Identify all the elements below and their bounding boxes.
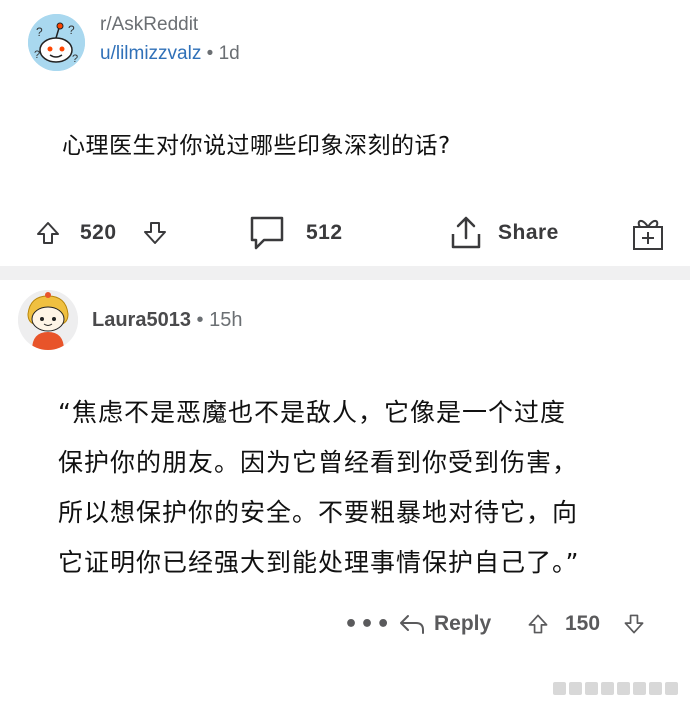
post-title: 心理医生对你说过哪些印象深刻的话? xyxy=(62,133,451,159)
reply-arrow-icon xyxy=(400,615,424,634)
more-options-button[interactable]: ••• xyxy=(344,604,392,644)
speech-bubble-icon xyxy=(250,216,284,250)
snoo-icon: ? ? ? ? xyxy=(28,14,85,71)
arrow-up-icon xyxy=(37,222,59,244)
comment-meta: Laura5013 • 15h xyxy=(92,309,242,332)
award-button[interactable] xyxy=(630,210,666,256)
share-button[interactable]: Share xyxy=(448,210,559,256)
upvote-button[interactable] xyxy=(34,210,62,256)
reply-label: Reply xyxy=(434,612,492,635)
watermark xyxy=(553,680,679,696)
arrow-down-icon xyxy=(624,614,644,634)
comment-score: 150 xyxy=(565,604,600,644)
comment-upvote-count: 150 xyxy=(565,612,601,635)
reply-button[interactable]: Reply xyxy=(398,604,491,644)
comments-button[interactable]: 512 xyxy=(248,210,343,256)
gift-icon xyxy=(633,220,663,250)
comment-age: 15h xyxy=(209,309,243,331)
more-dots-icon: ••• xyxy=(344,611,393,637)
subreddit-name[interactable]: r/AskReddit xyxy=(100,14,198,36)
comment-author[interactable]: Laura5013 xyxy=(92,309,191,331)
post-age: 1d xyxy=(218,43,240,64)
meta-separator: • xyxy=(206,43,214,64)
comment-line: “焦虑不是恶魔也不是敌人，它像是一个过度 xyxy=(58,398,566,427)
svg-text:?: ? xyxy=(68,23,75,37)
post-meta: u/lilmizzvalz • 1d xyxy=(100,43,240,65)
arrow-down-icon xyxy=(144,222,166,244)
post-upvote-count: 520 xyxy=(80,221,117,244)
post-score: 520 xyxy=(80,210,117,256)
comment-body: “焦虑不是恶魔也不是敌人，它像是一个过度 保护你的朋友。因为它曾经看到你受到伤害… xyxy=(58,388,658,588)
post-author-link[interactable]: u/lilmizzvalz xyxy=(100,43,201,64)
comment-avatar[interactable] xyxy=(18,290,78,350)
section-divider xyxy=(0,266,690,280)
subreddit-avatar[interactable]: ? ? ? ? xyxy=(28,14,85,71)
comment-line: 保护你的朋友。因为它曾经看到你受到伤害， xyxy=(58,448,579,477)
comment-count: 512 xyxy=(306,221,343,244)
post-action-bar: 520 512 Share xyxy=(0,210,690,256)
svg-text:?: ? xyxy=(36,25,43,39)
svg-text:?: ? xyxy=(72,53,78,65)
user-avatar-icon xyxy=(18,290,78,350)
comment-downvote-button[interactable] xyxy=(622,604,646,644)
meta-separator: • xyxy=(196,309,204,331)
share-label: Share xyxy=(498,221,559,244)
arrow-up-icon xyxy=(528,614,548,634)
downvote-button[interactable] xyxy=(141,210,169,256)
share-icon xyxy=(451,216,481,249)
svg-text:?: ? xyxy=(34,49,40,61)
comment-upvote-button[interactable] xyxy=(526,604,550,644)
comment-line: 所以想保护你的安全。不要粗暴地对待它，向 xyxy=(58,498,579,527)
comment-action-bar: ••• Reply 150 xyxy=(0,604,690,644)
comment-line: 它证明你已经强大到能处理事情保护自己了。” xyxy=(58,548,580,577)
